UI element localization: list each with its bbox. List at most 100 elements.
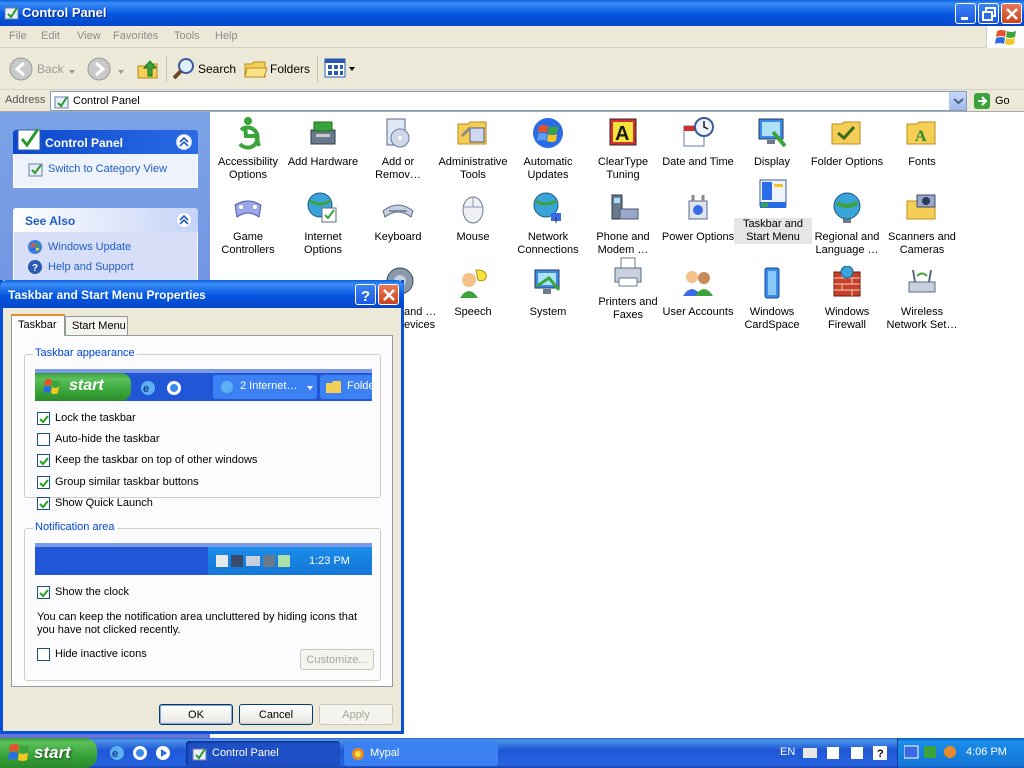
customize-button[interactable]: Customize...: [300, 649, 374, 670]
address-dropdown-button[interactable]: [949, 92, 966, 110]
item-regional-and-language[interactable]: Regional and Language …: [809, 191, 885, 257]
phone-modem-icon: [611, 194, 639, 220]
address-field[interactable]: Control Panel: [50, 91, 967, 111]
task-mypal[interactable]: Mypal: [344, 741, 498, 766]
dialog-titlebar[interactable]: Taskbar and Start Menu Properties ?: [0, 280, 404, 308]
see-also-title: See Also: [25, 214, 76, 228]
back-arrow-icon: [9, 57, 33, 81]
item-date-and-time[interactable]: Date and Time: [660, 116, 736, 169]
forward-arrow-icon: [87, 57, 111, 81]
task-control-panel[interactable]: Control Panel: [186, 741, 340, 766]
cardspace-icon: [764, 267, 780, 299]
checkmark-icon: [39, 479, 49, 488]
tab-taskbar[interactable]: Taskbar: [11, 314, 65, 336]
item-accessibility-options[interactable]: Accessibility Options: [210, 116, 286, 182]
language-indicator[interactable]: EN: [780, 746, 795, 758]
item-fonts[interactable]: A Fonts: [884, 116, 960, 169]
svg-text:e: e: [143, 383, 149, 395]
item-power-options[interactable]: Power Options: [660, 191, 736, 244]
item-display[interactable]: Display: [734, 116, 810, 169]
switch-category-view-link[interactable]: Switch to Category View: [14, 160, 197, 180]
taskbar: start e Control Panel Mypal EN ? 4:06 PM: [0, 738, 1024, 768]
tab-start-menu[interactable]: Start Menu: [65, 316, 128, 336]
search-button[interactable]: Search: [170, 54, 236, 84]
svg-text:?: ?: [361, 288, 370, 305]
window-titlebar[interactable]: Control Panel: [0, 0, 1024, 26]
item-network-connections[interactable]: Network Connections: [510, 191, 586, 257]
notification-preview: 1:23 PM: [35, 543, 372, 575]
item-mouse[interactable]: Mouse: [435, 191, 511, 244]
item-automatic-updates[interactable]: Automatic Updates: [510, 116, 586, 182]
menu-view[interactable]: View: [77, 30, 101, 42]
item-add-remove-programs[interactable]: Add or Remov…: [360, 116, 436, 182]
back-dropdown-icon[interactable]: [69, 68, 77, 76]
user-accounts-icon: [683, 271, 713, 296]
item-speech[interactable]: Speech: [435, 266, 511, 319]
item-keyboard[interactable]: Keyboard: [360, 191, 436, 244]
item-internet-options[interactable]: Internet Options: [285, 191, 361, 257]
help-button[interactable]: ?: [355, 284, 376, 305]
back-button[interactable]: Back: [6, 54, 66, 84]
tray-icons[interactable]: [904, 743, 964, 763]
maximize-button[interactable]: [978, 3, 999, 24]
preview-task-internet: 2 Internet…: [213, 375, 317, 399]
help-support-link[interactable]: ? Help and Support: [14, 258, 197, 278]
menu-tools[interactable]: Tools: [174, 30, 200, 42]
menu-file[interactable]: File: [9, 30, 27, 42]
menu-favorites[interactable]: Favorites: [113, 30, 158, 42]
item-cleartype-tuning[interactable]: A ClearType Tuning: [585, 116, 661, 182]
see-also-header[interactable]: See Also: [13, 208, 198, 232]
collapse-button[interactable]: [176, 134, 192, 150]
minimize-button[interactable]: [955, 3, 976, 24]
question-icon: ?: [361, 288, 370, 305]
see-also-collapse-button[interactable]: [176, 212, 192, 228]
item-printers-and-faxes[interactable]: Printers and Faxes: [590, 256, 666, 322]
quick-launch-media-icon[interactable]: [154, 744, 172, 762]
item-add-hardware[interactable]: Add Hardware: [285, 116, 361, 169]
apply-button[interactable]: Apply: [319, 704, 393, 725]
item-windows-firewall[interactable]: Windows Firewall: [809, 266, 885, 332]
item-scanners-and-cameras[interactable]: Scanners and Cameras: [884, 191, 960, 257]
quick-launch-browser-icon[interactable]: [131, 744, 149, 762]
accessibility-icon: [238, 117, 261, 150]
start-button[interactable]: start: [0, 738, 97, 768]
cancel-button[interactable]: Cancel: [239, 704, 313, 725]
dialog-close-button[interactable]: [378, 284, 399, 305]
address-bar: Address Control Panel Go: [0, 90, 1024, 112]
checkmark-icon: [39, 415, 49, 424]
cleartype-icon: A: [609, 118, 637, 146]
item-phone-and-modem[interactable]: Phone and Modem …: [585, 191, 661, 257]
control-panel-box-header[interactable]: Control Panel: [13, 128, 198, 154]
preview-start-button: start: [35, 373, 131, 401]
folders-button[interactable]: Folders: [242, 54, 312, 84]
chevron-up-icon: [179, 214, 189, 225]
item-game-controllers[interactable]: Game Controllers: [210, 191, 286, 257]
clock[interactable]: 4:06 PM: [966, 746, 1007, 758]
forward-button[interactable]: [84, 54, 124, 84]
item-wireless-network-setup[interactable]: Wireless Network Set…: [884, 266, 960, 332]
windows-update-link[interactable]: Windows Update: [14, 238, 197, 258]
svg-text:A: A: [915, 128, 927, 145]
taskbar-start-menu-icon: [759, 179, 787, 208]
menu-help[interactable]: Help: [215, 30, 238, 42]
minimize-icon: [961, 17, 968, 20]
windows-logo: [986, 26, 1024, 48]
item-taskbar-and-start-menu[interactable]: Taskbar and Start Menu: [734, 178, 812, 244]
item-folder-options[interactable]: Folder Options: [809, 116, 885, 169]
item-system[interactable]: System: [510, 266, 586, 319]
up-folder-button[interactable]: [134, 54, 162, 84]
item-user-accounts[interactable]: User Accounts: [660, 266, 736, 319]
up-folder-icon: [137, 60, 158, 79]
language-bar-icons[interactable]: ?: [803, 745, 893, 761]
forward-dropdown-icon: [118, 70, 124, 74]
close-button[interactable]: [1001, 3, 1022, 24]
search-label: Search: [198, 62, 237, 76]
menu-edit[interactable]: Edit: [41, 30, 60, 42]
ok-button[interactable]: OK: [159, 704, 233, 725]
close-icon: [383, 289, 395, 301]
views-button[interactable]: [322, 54, 358, 84]
go-button[interactable]: Go: [971, 91, 1021, 111]
quick-launch-ie-icon[interactable]: e: [108, 744, 126, 762]
item-administrative-tools[interactable]: Administrative Tools: [435, 116, 511, 182]
item-windows-cardspace[interactable]: Windows CardSpace: [734, 266, 810, 332]
